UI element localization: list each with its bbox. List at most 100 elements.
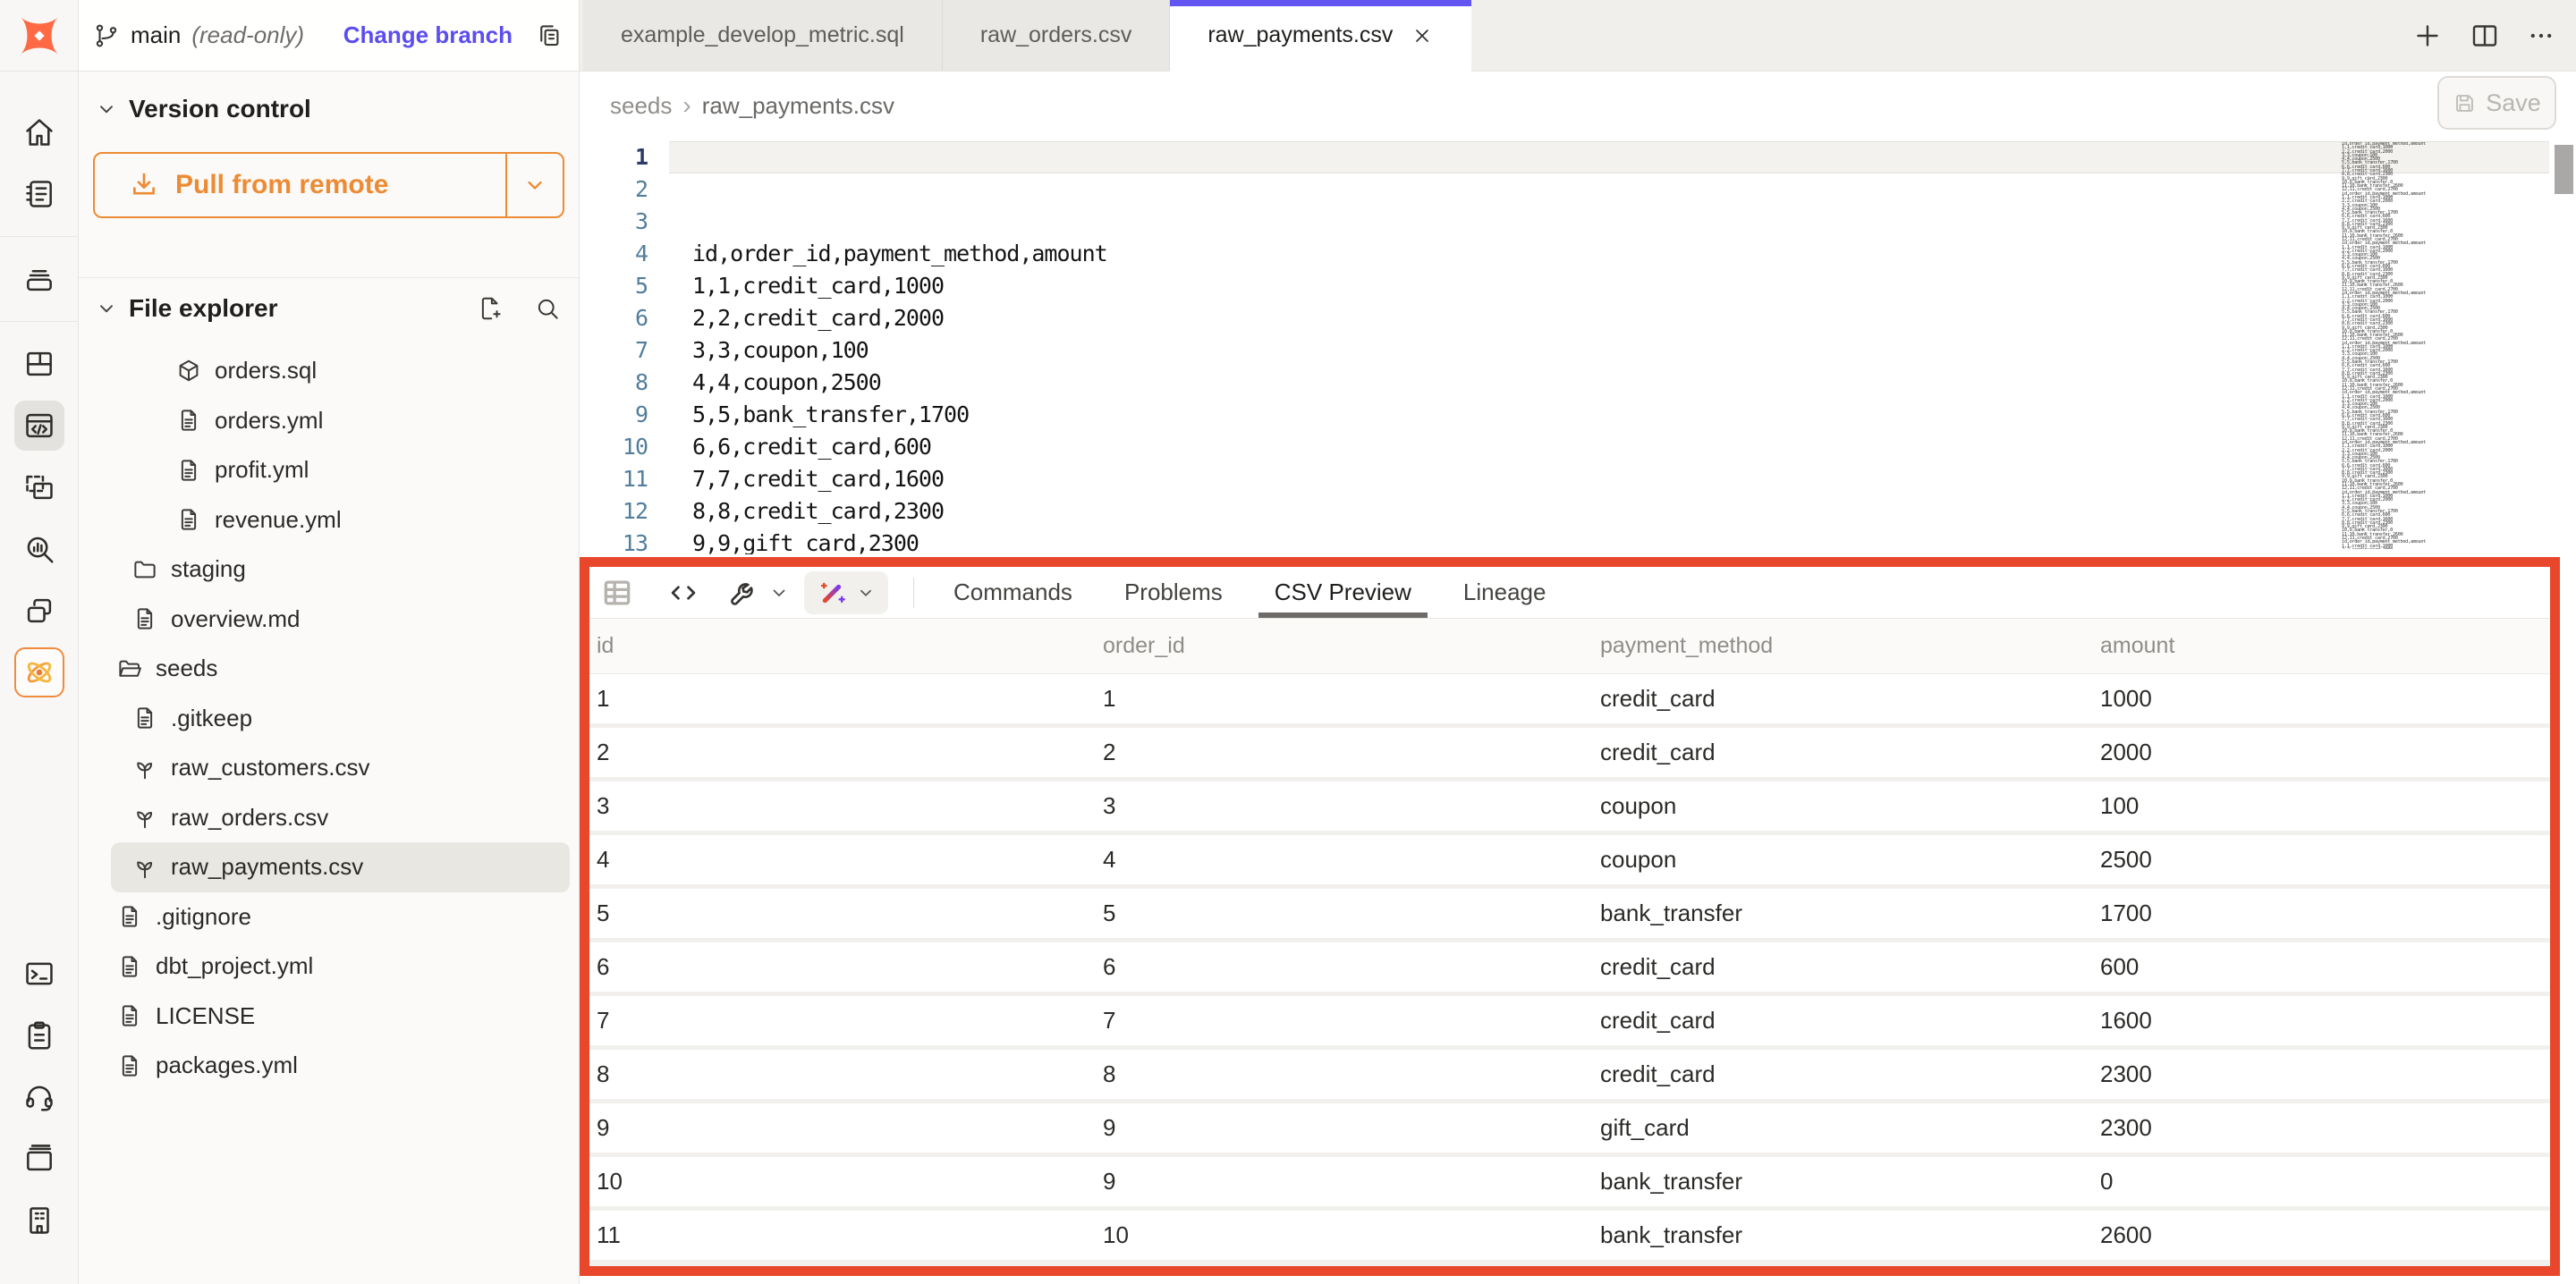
change-branch-link[interactable]: Change branch [343, 21, 513, 49]
dashboard-icon[interactable] [14, 339, 64, 389]
file-explorer-header[interactable]: File explorer [79, 278, 579, 337]
editor-tab-raw_payments.csv[interactable]: raw_payments.csv [1170, 0, 1471, 71]
dbt-logo-icon[interactable] [16, 13, 63, 59]
chevron-down-icon[interactable] [768, 582, 790, 604]
breadcrumb-folder[interactable]: seeds [610, 92, 672, 120]
table-row[interactable]: 88credit_card2300 [589, 1050, 2550, 1099]
headset-icon[interactable] [14, 1072, 64, 1122]
panel-tab-problems[interactable]: Problems [1110, 567, 1237, 618]
table-cell: 1 [1096, 685, 1593, 713]
panel-tab-lineage[interactable]: Lineage [1449, 567, 1561, 618]
file-tree-item-overview.md[interactable]: overview.md [111, 595, 570, 645]
panel-tab-csv-preview[interactable]: CSV Preview [1260, 567, 1426, 618]
code-content[interactable]: id,order_id,payment_method,amount1,1,cre… [669, 139, 2576, 554]
version-control-header[interactable]: Version control [79, 72, 579, 141]
more-ellipsis-icon[interactable] [2526, 21, 2556, 51]
file-name: orders.yml [215, 407, 323, 435]
line-number: 10 [580, 431, 648, 463]
windows-icon[interactable] [14, 586, 64, 636]
table-row[interactable]: 55bank_transfer1700 [589, 889, 2550, 938]
table-row[interactable]: 22credit_card2000 [589, 728, 2550, 777]
code-editor-icon[interactable] [14, 401, 64, 451]
tab-strip: example_develop_metric.sqlraw_orders.csv… [583, 0, 1471, 71]
organization-icon[interactable] [14, 1195, 64, 1246]
file-name: profit.yml [215, 456, 309, 484]
table-row[interactable]: 99gift_card2300 [589, 1103, 2550, 1153]
editor-scrollbar-thumb[interactable] [2555, 145, 2573, 194]
docs-icon[interactable] [14, 1134, 64, 1184]
file-tree-item-raw_customers.csv[interactable]: raw_customers.csv [111, 743, 570, 793]
panel-tab-commands[interactable]: Commands [939, 567, 1087, 618]
code-editor[interactable]: 12345678910111213 id,order_id,payment_me… [580, 139, 2576, 554]
build-wrench-icon[interactable] [727, 576, 761, 610]
table-row[interactable]: 44coupon2500 [589, 835, 2550, 884]
new-file-icon[interactable] [477, 295, 504, 322]
search-icon[interactable] [534, 295, 561, 322]
query-explorer-icon[interactable] [14, 524, 64, 574]
file-tree-item-seeds[interactable]: seeds [111, 644, 570, 694]
notebook-icon[interactable] [14, 169, 64, 219]
atom-icon[interactable] [14, 647, 64, 697]
terminal-icon[interactable] [14, 949, 64, 999]
file-tree-item-orders.sql[interactable]: orders.sql [111, 346, 570, 396]
version-control-title: Version control [129, 95, 311, 123]
new-tab-plus-icon[interactable] [2411, 20, 2444, 52]
file-tree-item-profit.yml[interactable]: profit.yml [111, 445, 570, 495]
table-cell: bank_transfer [1593, 1221, 2093, 1249]
file-tree-item-.gitkeep[interactable]: .gitkeep [111, 694, 570, 744]
table-row[interactable]: 109bank_transfer0 [589, 1157, 2550, 1206]
save-button[interactable]: Save [2437, 76, 2556, 130]
table-cell: 9 [589, 1114, 1096, 1142]
clipboard-icon[interactable] [14, 1010, 64, 1060]
file-tree-item-raw_orders.csv[interactable]: raw_orders.csv [111, 793, 570, 843]
split-editor-icon[interactable] [2469, 20, 2501, 52]
tab-close-icon[interactable] [1411, 24, 1434, 47]
pull-options-dropdown[interactable] [507, 154, 563, 216]
file-tree-item-LICENSE[interactable]: LICENSE [111, 992, 570, 1042]
table-row[interactable]: 77credit_card1600 [589, 996, 2550, 1045]
compiled-code-icon[interactable] [666, 576, 700, 610]
warehouse-icon[interactable] [14, 254, 64, 304]
table-row[interactable]: 1110bank_transfer2600 [589, 1211, 2550, 1260]
chevron-down-icon [95, 97, 118, 121]
file-tree-item-packages.yml[interactable]: packages.yml [111, 1041, 570, 1091]
table-row[interactable]: 11credit_card1000 [589, 674, 2550, 723]
file-tree-item-dbt_project.yml[interactable]: dbt_project.yml [111, 942, 570, 992]
code-line: 5,5,bank_transfer,1700 [692, 399, 2576, 431]
file-tree-item-revenue.yml[interactable]: revenue.yml [111, 495, 570, 545]
table-row[interactable]: 33coupon100 [589, 781, 2550, 831]
table-cell: 100 [2093, 792, 2550, 820]
file-tree-item-orders.yml[interactable]: orders.yml [111, 396, 570, 446]
annotation-highlight-box: CommandsProblemsCSV PreviewLineage idord… [580, 557, 2560, 1276]
home-icon[interactable] [14, 107, 64, 157]
editor-tab-raw_orders.csv[interactable]: raw_orders.csv [943, 0, 1171, 71]
editor-minimap[interactable]: id,order_id,payment_method,amount 1,1,cr… [2342, 142, 2549, 549]
pull-download-icon [129, 170, 159, 200]
column-header-order_id: order_id [1096, 633, 1593, 659]
table-row[interactable]: 66credit_card600 [589, 942, 2550, 992]
ai-wand-button[interactable] [804, 571, 888, 614]
editor-tab-example_develop_metric.sql[interactable]: example_develop_metric.sql [583, 0, 943, 71]
table-cell: 3 [1096, 792, 1593, 820]
table-cell: 4 [589, 846, 1096, 874]
breadcrumb-file[interactable]: raw_payments.csv [702, 92, 894, 120]
file-explorer-section: File explorer orders.sql orders.yml profit… [79, 277, 579, 1284]
table-cell: 9 [1096, 1168, 1593, 1195]
code-line: 3,3,coupon,100 [692, 334, 2576, 367]
pull-from-remote-main[interactable]: Pull from remote [95, 154, 507, 216]
canvas-icon[interactable] [14, 462, 64, 512]
line-number: 4 [580, 238, 648, 270]
document-icon [131, 605, 158, 632]
table-cell: 7 [1096, 1007, 1593, 1035]
file-tree-item-.gitignore[interactable]: .gitignore [111, 892, 570, 942]
pull-from-remote-button[interactable]: Pull from remote [93, 152, 564, 218]
table-cell: bank_transfer [1593, 1168, 2093, 1195]
save-floppy-icon [2453, 91, 2477, 115]
line-number: 1 [580, 141, 648, 173]
document-icon [116, 1052, 143, 1079]
file-tree-item-staging[interactable]: staging [111, 545, 570, 595]
tabbar-actions [2411, 0, 2576, 71]
file-tree-item-raw_payments.csv[interactable]: raw_payments.csv [111, 842, 570, 892]
results-table-icon[interactable] [600, 576, 634, 610]
duplicate-branch-icon[interactable] [536, 22, 563, 49]
